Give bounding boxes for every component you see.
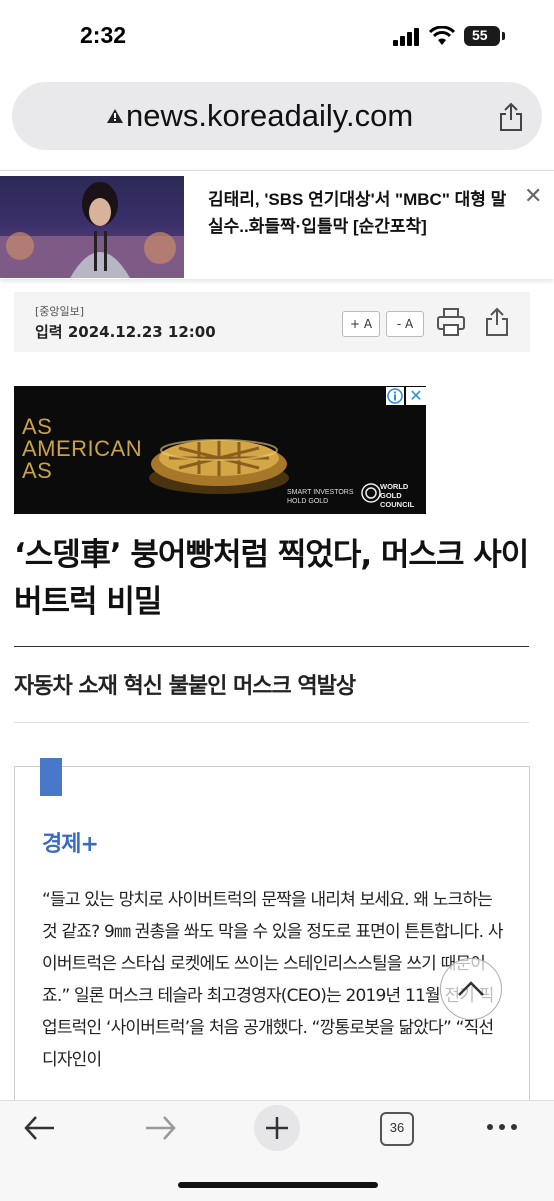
ad-close-icon[interactable]: ✕ [406,387,426,405]
banner-thumbnail-image[interactable] [0,176,184,278]
battery-indicator: 55 [464,26,500,46]
print-icon[interactable] [436,307,466,337]
article-subheadline: 자동차 소재 혁신 불붙인 머스크 역발상 [14,674,356,699]
battery-nub [502,32,505,40]
tab-switcher-button[interactable]: 36 [380,1112,414,1146]
thumbnail-illustration [0,182,184,278]
ad-info-icon[interactable] [386,387,404,405]
back-arrow-icon[interactable] [22,1112,58,1144]
scroll-to-top-button[interactable] [440,958,502,1020]
divider [14,722,529,723]
article-source: [중앙일보] [35,305,85,318]
font-decrease-button[interactable]: - A [386,311,424,337]
section-marker [40,758,62,796]
more-options-icon[interactable] [486,1122,518,1132]
share-article-icon[interactable] [484,307,510,337]
forward-arrow-icon[interactable] [142,1112,178,1144]
article-body: “들고 있는 망치로 사이버트럭의 문짝을 내리쳐 보세요. 왜 노크하는 것 … [42,890,503,1070]
banner-headline[interactable]: 김태리, 'SBS 연기대상'서 "MBC" 대형 말실수..화들짝·입틀막 [… [208,186,508,240]
section-label: 경제+ [42,832,99,857]
ad-headline[interactable]: AS AMERICAN AS [22,416,142,482]
ad-headline-line: AS [22,414,53,439]
ad-tagline: SMART INVESTORS HOLD GOLD [287,489,354,505]
share-icon[interactable] [498,102,524,132]
ad-headline-line: AS [22,458,53,483]
ad-headline-line: AMERICAN [22,436,143,461]
close-icon[interactable]: ✕ [524,184,542,209]
plus-icon [266,1117,288,1139]
ad-brand: WORLD GOLD COUNCIL [380,482,415,509]
not-secure-warning-icon[interactable] [107,109,123,123]
chevron-up-icon [458,981,484,996]
divider [14,646,529,647]
status-time: 2:32 [80,22,127,48]
tab-count: 36 [389,1120,405,1135]
new-tab-button[interactable] [254,1105,300,1151]
wifi-icon [428,26,456,45]
battery-level: 55 [472,27,488,43]
article-date: 입력 2024.12.23 12:00 [35,323,216,341]
url-text[interactable]: news.koreadaily.com [126,98,413,134]
home-indicator [178,1182,378,1188]
font-increase-button[interactable]: + A [342,311,380,337]
cellular-signal-icon [393,28,419,46]
article-headline: ‘스뎅車’ 붕어빵처럼 찍었다, 머스크 사이버트럭 비밀 [14,537,529,620]
